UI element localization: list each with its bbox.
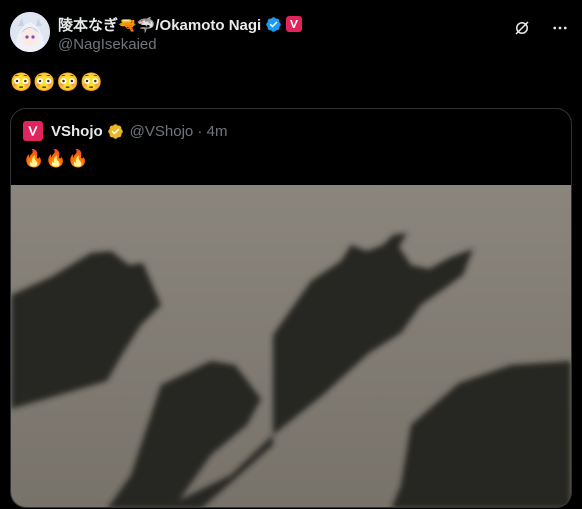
tweet-text: 😳😳😳😳 bbox=[10, 72, 104, 92]
quoted-tweet[interactable]: VShojo @VShojo · 4m 🔥🔥🔥 bbox=[10, 108, 572, 508]
vshojo-badge-icon[interactable] bbox=[286, 16, 303, 32]
author-display-name[interactable]: 陵本なぎ🔫🦈/Okamoto Nagi bbox=[58, 14, 261, 35]
grok-icon[interactable] bbox=[512, 18, 532, 38]
tweet[interactable]: 陵本なぎ🔫🦈/Okamoto Nagi @NagIsekaied 😳😳😳😳 VS… bbox=[0, 0, 582, 509]
quote-handle-time[interactable]: @VShojo · 4m bbox=[130, 123, 228, 140]
avatar[interactable] bbox=[10, 12, 50, 52]
author-handle[interactable]: @NagIsekaied bbox=[58, 36, 522, 53]
quote-header: VShojo @VShojo · 4m bbox=[23, 121, 227, 141]
tweet-header: 陵本なぎ🔫🦈/Okamoto Nagi @NagIsekaied bbox=[58, 14, 522, 53]
avatar-image bbox=[10, 12, 50, 52]
quote-text: 🔥🔥🔥 bbox=[23, 149, 90, 168]
quote-image[interactable] bbox=[11, 185, 571, 508]
tweet-actions-top bbox=[512, 18, 570, 38]
name-row: 陵本なぎ🔫🦈/Okamoto Nagi bbox=[58, 14, 522, 34]
more-dots-icon[interactable] bbox=[550, 18, 570, 38]
verified-gold-check-icon[interactable] bbox=[107, 123, 124, 140]
vshojo-logo-icon[interactable] bbox=[23, 121, 43, 141]
verified-check-icon[interactable] bbox=[265, 16, 282, 33]
quote-display-name[interactable]: VShojo bbox=[51, 123, 103, 140]
